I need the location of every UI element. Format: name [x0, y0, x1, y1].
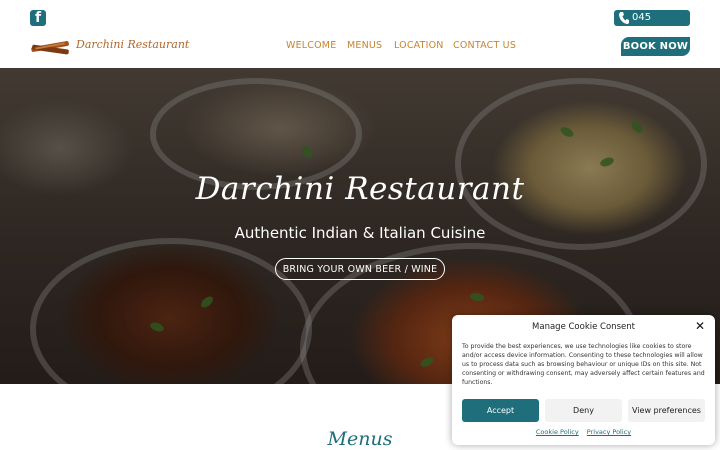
book-now-button[interactable]: BOOK NOW — [621, 37, 690, 56]
cookie-body-text: To provide the best experiences, we use … — [462, 343, 705, 386]
hero-title: Darchini Restaurant — [195, 171, 525, 207]
cinnamon-logo-icon — [31, 41, 69, 55]
cookie-policy-link[interactable]: Cookie Policy — [536, 428, 579, 436]
phone-button[interactable]: 045 528817 — [614, 10, 690, 39]
accept-button[interactable]: Accept — [462, 399, 539, 422]
cookie-title: Manage Cookie Consent — [532, 322, 635, 332]
nav-location[interactable]: LOCATION — [394, 40, 444, 51]
nav-menus[interactable]: MENUS — [347, 40, 382, 51]
cookie-links: Cookie Policy Privacy Policy — [452, 428, 715, 436]
nav-contact-us[interactable]: CONTACT US — [453, 40, 516, 51]
deny-button[interactable]: Deny — [545, 399, 622, 422]
cookie-consent-dialog: Manage Cookie Consent ✕ To provide the b… — [452, 315, 715, 445]
view-preferences-button[interactable]: View preferences — [628, 399, 705, 422]
site-header: f 045 528817 Darchini Restaurant WELCOME… — [0, 0, 720, 68]
phone-icon — [619, 12, 629, 24]
byob-button[interactable]: BRING YOUR OWN BEER / WINE — [275, 258, 445, 280]
logo-text: Darchini Restaurant — [76, 38, 190, 51]
close-icon[interactable]: ✕ — [694, 320, 706, 332]
hero-subtitle: Authentic Indian & Italian Cuisine — [234, 224, 486, 242]
site-logo[interactable]: Darchini Restaurant — [29, 36, 189, 58]
privacy-policy-link[interactable]: Privacy Policy — [587, 428, 631, 436]
nav-welcome[interactable]: WELCOME — [286, 40, 336, 51]
facebook-icon[interactable]: f — [30, 10, 46, 26]
